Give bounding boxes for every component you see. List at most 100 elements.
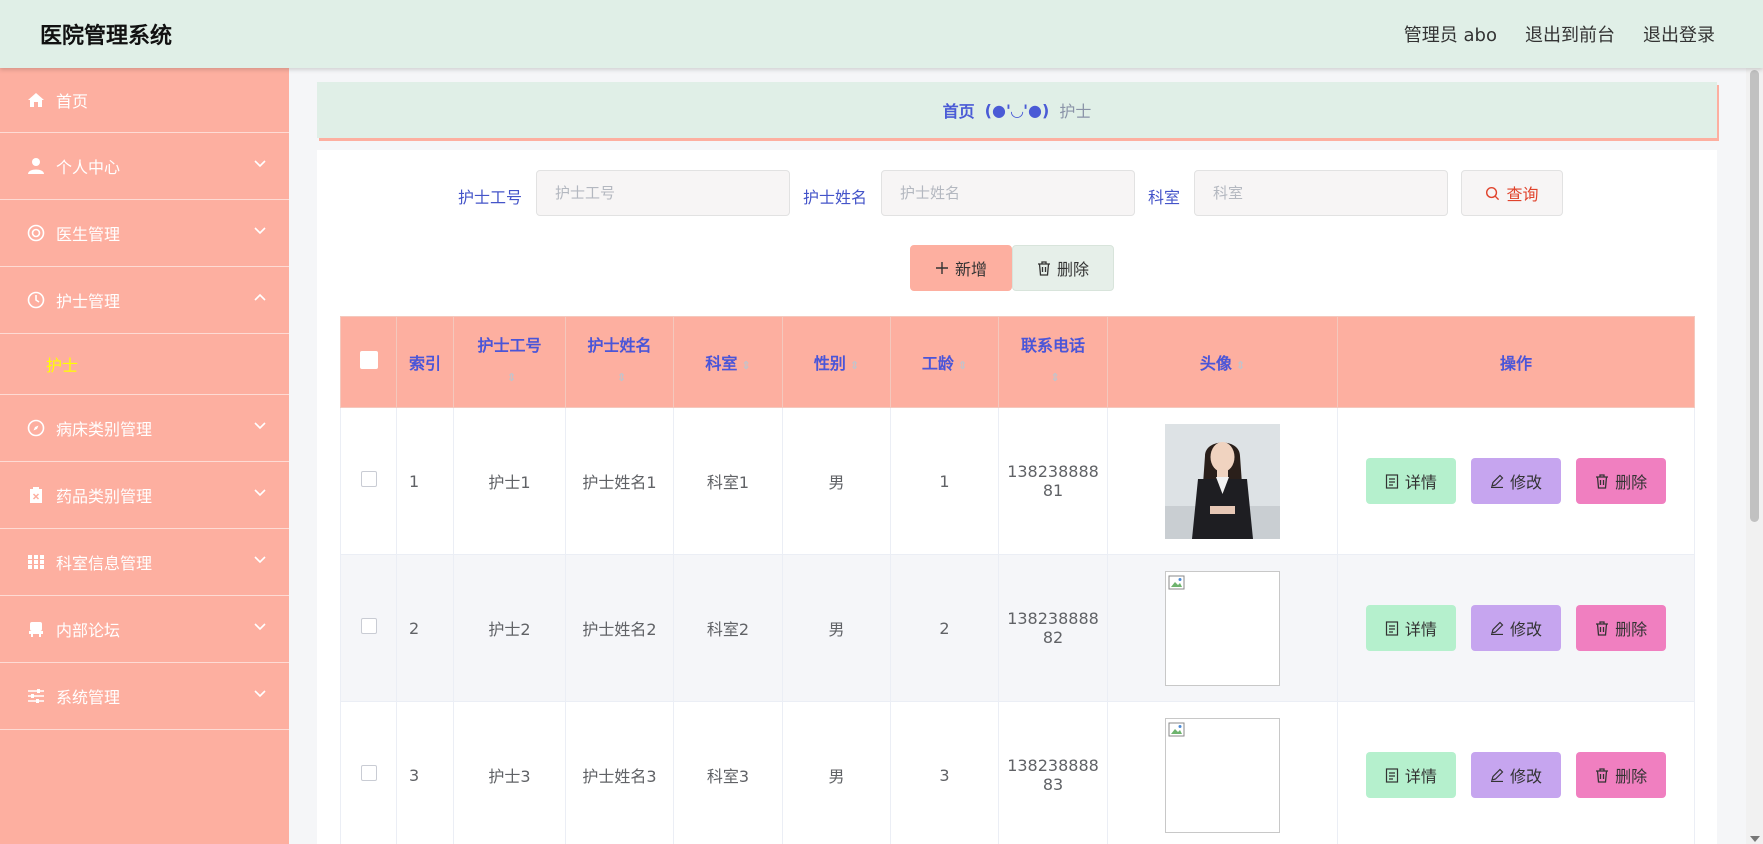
chevron-up-icon bbox=[254, 293, 266, 301]
sort-icon[interactable]: ⇕ bbox=[958, 359, 967, 372]
edit-button[interactable]: 修改 bbox=[1471, 605, 1561, 651]
table-row: 2 护士2 护士姓名2 科室2 男 2 138238888 82 详情 修改 删… bbox=[340, 554, 1695, 702]
row-select-cell bbox=[340, 407, 397, 555]
cell-actions: 详情 修改 删除 bbox=[1337, 407, 1695, 555]
admin-label[interactable]: 管理员 abo bbox=[1404, 21, 1497, 47]
query-button[interactable]: 查询 bbox=[1461, 170, 1563, 216]
sidebar-item-internal-forum[interactable]: 内部论坛 bbox=[0, 596, 289, 663]
avatar-image-broken[interactable] bbox=[1165, 570, 1280, 686]
trash-icon bbox=[1596, 620, 1609, 636]
document-icon bbox=[1385, 473, 1398, 489]
detail-label: 详情 bbox=[1404, 767, 1437, 786]
pencil-icon bbox=[1490, 474, 1504, 488]
sidebar: 首页 个人中心 医生管理 护士管理 护士 病床类别管理 药品类别管理 科室信息管… bbox=[0, 68, 289, 844]
cell-gender: 男 bbox=[782, 407, 891, 555]
batch-delete-button[interactable]: 删除 bbox=[1012, 245, 1114, 291]
sidebar-item-label: 个人中心 bbox=[56, 158, 121, 177]
cell-index: 3 bbox=[396, 701, 454, 844]
row-checkbox[interactable] bbox=[360, 765, 377, 781]
cell-index: 2 bbox=[396, 554, 454, 702]
clipboard-icon bbox=[26, 485, 46, 505]
add-button[interactable]: 新增 bbox=[910, 245, 1012, 291]
column-header-nurse-no[interactable]: 护士工号 ⇕ bbox=[453, 316, 566, 408]
sidebar-item-drug-category[interactable]: 药品类别管理 bbox=[0, 462, 289, 529]
exit-to-front-link[interactable]: 退出到前台 bbox=[1525, 21, 1615, 47]
cell-nurse-no: 护士1 bbox=[453, 407, 566, 555]
avatar-photo[interactable] bbox=[1165, 423, 1280, 539]
chevron-down-icon bbox=[254, 690, 266, 698]
edit-button[interactable]: 修改 bbox=[1471, 752, 1561, 798]
detail-button[interactable]: 详情 bbox=[1365, 752, 1456, 798]
nurse-no-input[interactable] bbox=[536, 170, 790, 216]
phone-line-1: 138238888 bbox=[1007, 609, 1099, 628]
sidebar-item-label: 护士管理 bbox=[56, 292, 121, 311]
column-header-nurse-name[interactable]: 护士姓名 ⇕ bbox=[565, 316, 674, 408]
column-title: 护士工号 bbox=[477, 336, 542, 355]
avatar-image-broken[interactable] bbox=[1165, 717, 1280, 833]
edit-button[interactable]: 修改 bbox=[1471, 458, 1561, 504]
detail-button[interactable]: 详情 bbox=[1365, 605, 1456, 651]
row-select-cell bbox=[340, 701, 397, 844]
logout-link[interactable]: 退出登录 bbox=[1643, 21, 1715, 47]
cell-nurse-name: 护士姓名2 bbox=[565, 554, 674, 702]
sort-icon[interactable]: ⇕ bbox=[850, 359, 859, 372]
chevron-down-icon bbox=[254, 422, 266, 430]
sidebar-item-department-info[interactable]: 科室信息管理 bbox=[0, 529, 289, 596]
sort-icon[interactable]: ⇕ bbox=[507, 363, 516, 393]
chevron-down-icon bbox=[254, 556, 266, 564]
row-checkbox[interactable] bbox=[360, 471, 377, 487]
cell-nurse-name: 护士姓名3 bbox=[565, 701, 674, 844]
select-all-checkbox[interactable] bbox=[359, 351, 378, 369]
sidebar-item-nurse-management[interactable]: 护士管理 bbox=[0, 267, 289, 334]
sort-icon[interactable]: ⇕ bbox=[1236, 359, 1245, 372]
scroll-down-arrow-icon[interactable] bbox=[1750, 836, 1760, 842]
search-icon bbox=[1486, 186, 1500, 200]
row-checkbox[interactable] bbox=[360, 618, 377, 634]
document-icon bbox=[1385, 620, 1398, 636]
delete-button[interactable]: 删除 bbox=[1576, 605, 1667, 651]
cell-nurse-name: 护士姓名1 bbox=[565, 407, 674, 555]
chair-icon bbox=[26, 619, 46, 639]
sidebar-item-bed-category[interactable]: 病床类别管理 bbox=[0, 395, 289, 462]
vertical-scrollbar[interactable] bbox=[1746, 68, 1763, 844]
clock-icon bbox=[26, 290, 46, 310]
breadcrumb-home[interactable]: 首页 bbox=[943, 98, 975, 122]
column-title: 工龄 bbox=[921, 354, 954, 373]
detail-button[interactable]: 详情 bbox=[1365, 458, 1456, 504]
scrollbar-thumb[interactable] bbox=[1750, 70, 1759, 522]
delete-button[interactable]: 删除 bbox=[1576, 752, 1667, 798]
sort-icon[interactable]: ⇕ bbox=[617, 363, 626, 393]
sidebar-item-home[interactable]: 首页 bbox=[0, 68, 289, 133]
nurse-name-input[interactable] bbox=[881, 170, 1135, 216]
chevron-down-icon bbox=[254, 227, 266, 235]
column-header-department[interactable]: 科室 ⇕ bbox=[673, 316, 783, 408]
cell-avatar bbox=[1107, 407, 1338, 555]
cell-years: 1 bbox=[890, 407, 999, 555]
delete-button[interactable]: 删除 bbox=[1576, 458, 1667, 504]
column-header-avatar[interactable]: 头像 ⇕ bbox=[1107, 316, 1338, 408]
plus-icon bbox=[935, 262, 948, 274]
add-button-label: 新增 bbox=[954, 260, 987, 279]
nurse-name-label: 护士姓名 bbox=[803, 188, 868, 207]
phone-line-2: 81 bbox=[1042, 481, 1064, 500]
column-title: 头像 bbox=[1199, 354, 1232, 373]
cell-avatar bbox=[1107, 554, 1338, 702]
department-input[interactable] bbox=[1194, 170, 1448, 216]
chevron-down-icon bbox=[254, 489, 266, 497]
sidebar-item-system-management[interactable]: 系统管理 bbox=[0, 663, 289, 730]
sidebar-subitem-nurse[interactable]: 护士 bbox=[0, 334, 289, 395]
column-header-gender[interactable]: 性别 ⇕ bbox=[782, 316, 891, 408]
batch-delete-label: 删除 bbox=[1056, 260, 1089, 279]
table-row: 1 护士1 护士姓名1 科室1 男 1 138238888 81 详情 修改 删… bbox=[340, 407, 1695, 555]
detail-label: 详情 bbox=[1404, 620, 1437, 639]
sidebar-item-personal-center[interactable]: 个人中心 bbox=[0, 133, 289, 200]
column-header-phone[interactable]: 联系电话 ⇕ bbox=[998, 316, 1108, 408]
sort-icon[interactable]: ⇕ bbox=[1050, 363, 1059, 393]
avatar-portrait bbox=[1165, 423, 1280, 539]
nurse-no-label: 护士工号 bbox=[458, 188, 523, 207]
pencil-icon bbox=[1490, 768, 1504, 782]
sidebar-item-label: 医生管理 bbox=[56, 225, 121, 244]
sidebar-item-doctor-management[interactable]: 医生管理 bbox=[0, 200, 289, 267]
sort-icon[interactable]: ⇕ bbox=[741, 359, 750, 372]
column-header-years[interactable]: 工龄 ⇕ bbox=[890, 316, 999, 408]
